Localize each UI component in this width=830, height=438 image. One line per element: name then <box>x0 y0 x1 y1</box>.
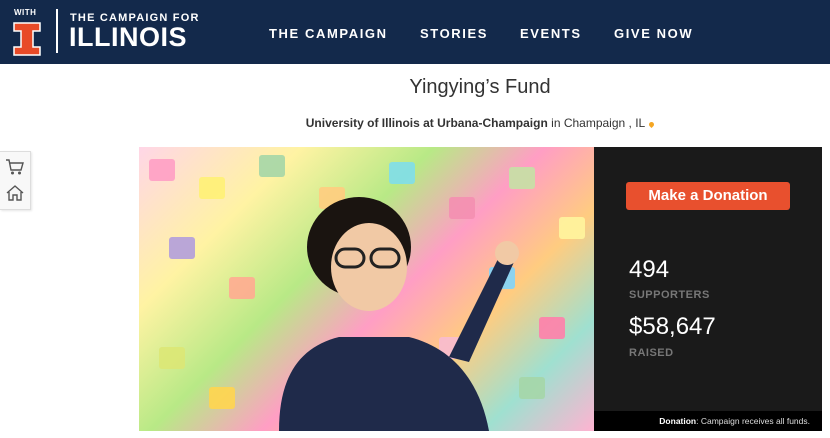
nav-events[interactable]: EVENTS <box>520 26 582 41</box>
location-text: Champaign , IL <box>563 116 646 130</box>
supporters-label: SUPPORTERS <box>629 289 710 301</box>
nav-give-now[interactable]: GIVE NOW <box>614 26 693 41</box>
donation-note: Donation: Campaign receives all funds. <box>594 411 822 431</box>
logo-with-text: WITH <box>14 8 37 17</box>
supporters-count: 494 <box>629 256 670 283</box>
donation-note-text: : Campaign receives all funds. <box>696 416 810 426</box>
nav-stories[interactable]: STORIES <box>420 26 488 41</box>
raised-amount: $58,647 <box>629 313 716 340</box>
logo-name: ILLINOIS <box>69 22 187 52</box>
campaign-hero: Make a Donation 494 SUPPORTERS $58,647 R… <box>139 147 822 431</box>
campaign-location: University of Illinois at Urbana-Champai… <box>0 116 830 130</box>
organization-link[interactable]: University of Illinois at Urbana-Champai… <box>306 116 548 130</box>
cart-icon[interactable] <box>5 158 25 176</box>
home-icon[interactable] <box>5 184 25 202</box>
logo-divider <box>56 9 58 53</box>
location-pin-icon <box>648 120 656 129</box>
side-tools <box>0 151 31 210</box>
donation-note-strong: Donation <box>659 416 697 426</box>
block-i-logo-icon <box>13 22 41 56</box>
page-title: Yingying’s Fund <box>409 76 551 98</box>
top-nav-bar: WITH THE CAMPAIGN FOR ILLINOIS THE CAMPA… <box>0 0 830 64</box>
campaign-stats-panel: Make a Donation 494 SUPPORTERS $58,647 R… <box>594 147 822 431</box>
location-prefix: in <box>547 116 564 130</box>
raised-label: RAISED <box>629 347 674 359</box>
campaign-photo <box>139 147 594 431</box>
nav-the-campaign[interactable]: THE CAMPAIGN <box>269 26 388 41</box>
campaign-logo[interactable]: WITH THE CAMPAIGN FOR ILLINOIS <box>12 7 212 57</box>
student-figure <box>279 197 519 431</box>
make-donation-button[interactable]: Make a Donation <box>626 182 790 210</box>
